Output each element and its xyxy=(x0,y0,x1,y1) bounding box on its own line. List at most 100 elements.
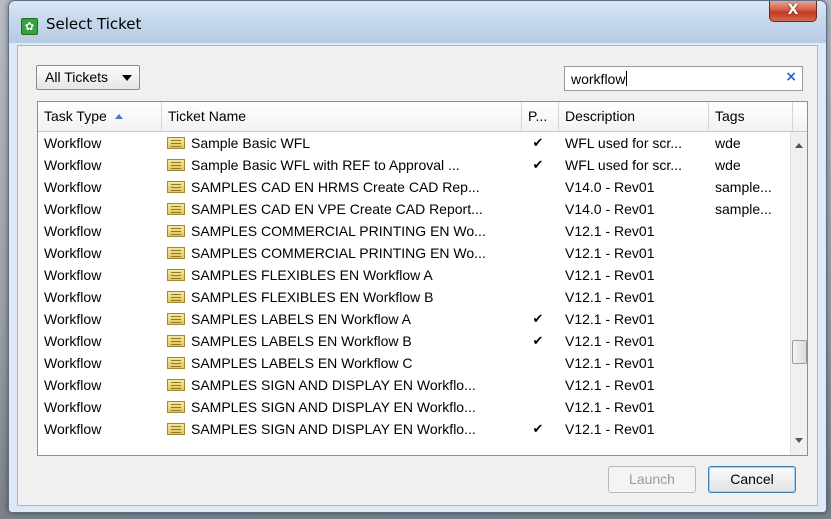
tags-cell xyxy=(715,220,789,242)
task-type-cell: Workflow xyxy=(44,333,102,349)
clear-search-icon[interactable]: × xyxy=(785,69,797,85)
table-row[interactable]: Workflow Sample Basic WFL ✔ WFL used for sc… xyxy=(38,132,790,154)
table-row[interactable]: Workflow SAMPLES CAD EN HRMS Create CAD R… xyxy=(38,176,790,198)
tags-cell: wde xyxy=(715,135,741,151)
description-cell: V12.1 - Rev01 xyxy=(565,267,655,283)
scrollbar-thumb[interactable] xyxy=(792,340,807,364)
ticket-name-cell: SAMPLES CAD EN VPE Create CAD Report... xyxy=(167,198,517,220)
table-row[interactable]: Workflow SAMPLES COMMERCIAL PRINTING EN W… xyxy=(38,242,790,264)
description-cell: V12.1 - Rev01 xyxy=(565,421,655,437)
ticket-name-cell: SAMPLES FLEXIBLES EN Workflow B xyxy=(167,286,517,308)
task-type-cell: Workflow xyxy=(44,421,102,437)
table-row[interactable]: Workflow SAMPLES CAD EN VPE Create CAD Re… xyxy=(38,198,790,220)
description-cell: WFL used for scr... xyxy=(565,157,682,173)
title-bar[interactable]: ✿ Select Ticket X xyxy=(9,1,826,43)
p-check-cell xyxy=(528,352,548,374)
description-cell: V12.1 - Rev01 xyxy=(565,355,655,371)
ticket-name-cell: Sample Basic WFL xyxy=(167,132,517,154)
ticket-name-cell: SAMPLES LABELS EN Workflow C xyxy=(167,352,517,374)
description-cell: V12.1 - Rev01 xyxy=(565,289,655,305)
p-check-cell: ✔ xyxy=(532,421,544,436)
close-button[interactable]: X xyxy=(769,1,817,22)
table-body: Workflow Sample Basic WFL ✔ WFL used for sc… xyxy=(38,132,790,440)
ticket-icon xyxy=(167,423,185,435)
table-row[interactable]: Workflow SAMPLES SIGN AND DISPLAY EN Work… xyxy=(38,396,790,418)
description-cell: V12.1 - Rev01 xyxy=(565,333,655,349)
ticket-icon xyxy=(167,247,185,259)
task-type-cell: Workflow xyxy=(44,223,102,239)
task-type-cell: Workflow xyxy=(44,245,102,261)
tags-cell xyxy=(715,264,789,286)
chevron-down-icon xyxy=(122,75,132,81)
ticket-name-cell: SAMPLES COMMERCIAL PRINTING EN Wo... xyxy=(167,220,517,242)
ticket-name-cell: SAMPLES SIGN AND DISPLAY EN Workflo... xyxy=(167,374,517,396)
dialog-title: Select Ticket xyxy=(46,15,142,33)
description-cell: V12.1 - Rev01 xyxy=(565,377,655,393)
column-header-ticket-name[interactable]: Ticket Name xyxy=(162,102,522,131)
column-header-p[interactable]: P... xyxy=(522,102,559,131)
column-header-task-type[interactable]: Task Type xyxy=(38,102,162,131)
task-type-cell: Workflow xyxy=(44,179,102,195)
ticket-icon xyxy=(167,335,185,347)
p-check-cell: ✔ xyxy=(532,135,544,150)
description-cell: V14.0 - Rev01 xyxy=(565,179,655,195)
table-row[interactable]: Workflow SAMPLES FLEXIBLES EN Workflow B V… xyxy=(38,286,790,308)
tags-cell xyxy=(715,308,789,330)
sort-ascending-icon xyxy=(114,114,123,119)
p-check-cell xyxy=(528,286,548,308)
table-header: Task Type Ticket Name P... Description T… xyxy=(38,102,807,132)
ticket-filter-dropdown[interactable]: All Tickets xyxy=(36,65,140,90)
table-row[interactable]: Workflow SAMPLES SIGN AND DISPLAY EN Work… xyxy=(38,374,790,396)
search-input-value: workflow xyxy=(571,71,628,87)
task-type-cell: Workflow xyxy=(44,289,102,305)
p-check-cell xyxy=(528,220,548,242)
p-check-cell xyxy=(528,396,548,418)
p-check-cell: ✔ xyxy=(532,311,544,326)
select-ticket-dialog: ✿ Select Ticket X All Tickets workflow ×… xyxy=(8,0,827,513)
ticket-icon xyxy=(167,203,185,215)
column-header-description[interactable]: Description xyxy=(559,102,709,131)
p-check-cell: ✔ xyxy=(532,333,544,348)
ticket-icon xyxy=(167,379,185,391)
table-row[interactable]: Workflow SAMPLES LABELS EN Workflow C V12.… xyxy=(38,352,790,374)
tags-cell xyxy=(715,330,789,352)
ticket-icon xyxy=(167,159,185,171)
ticket-name-cell: Sample Basic WFL with REF to Approval ..… xyxy=(167,154,517,176)
task-type-cell: Workflow xyxy=(44,267,102,283)
app-gear-icon: ✿ xyxy=(21,18,38,35)
p-check-cell: ✔ xyxy=(532,157,544,172)
cancel-button[interactable]: Cancel xyxy=(708,466,796,493)
description-cell: V12.1 - Rev01 xyxy=(565,245,655,261)
launch-button[interactable]: Launch xyxy=(608,466,696,493)
description-cell: V14.0 - Rev01 xyxy=(565,201,655,217)
task-type-cell: Workflow xyxy=(44,201,102,217)
ticket-name-cell: SAMPLES LABELS EN Workflow B xyxy=(167,330,517,352)
table-row[interactable]: Workflow SAMPLES SIGN AND DISPLAY EN Work… xyxy=(38,418,790,440)
task-type-cell: Workflow xyxy=(44,377,102,393)
text-caret xyxy=(626,71,628,86)
description-cell: V12.1 - Rev01 xyxy=(565,223,655,239)
scroll-up-icon[interactable] xyxy=(795,143,803,148)
column-header-spacer xyxy=(793,102,807,131)
table-row[interactable]: Workflow SAMPLES COMMERCIAL PRINTING EN W… xyxy=(38,220,790,242)
table-row[interactable]: Workflow SAMPLES FLEXIBLES EN Workflow A V… xyxy=(38,264,790,286)
ticket-icon xyxy=(167,181,185,193)
task-type-cell: Workflow xyxy=(44,355,102,371)
column-header-tags[interactable]: Tags xyxy=(709,102,793,131)
search-input[interactable]: workflow × xyxy=(564,66,803,91)
description-cell: V12.1 - Rev01 xyxy=(565,311,655,327)
scroll-down-icon[interactable] xyxy=(795,438,803,443)
tags-cell xyxy=(715,242,789,264)
vertical-scrollbar[interactable] xyxy=(790,132,807,455)
p-check-cell xyxy=(528,264,548,286)
ticket-icon xyxy=(167,357,185,369)
ticket-icon xyxy=(167,225,185,237)
table-row[interactable]: Workflow SAMPLES LABELS EN Workflow B ✔ V12… xyxy=(38,330,790,352)
ticket-table: Task Type Ticket Name P... Description T… xyxy=(37,101,808,456)
ticket-icon xyxy=(167,269,185,281)
table-row[interactable]: Workflow Sample Basic WFL with REF to App… xyxy=(38,154,790,176)
p-check-cell xyxy=(528,176,548,198)
ticket-icon xyxy=(167,401,185,413)
ticket-name-cell: SAMPLES COMMERCIAL PRINTING EN Wo... xyxy=(167,242,517,264)
table-row[interactable]: Workflow SAMPLES LABELS EN Workflow A ✔ V12… xyxy=(38,308,790,330)
